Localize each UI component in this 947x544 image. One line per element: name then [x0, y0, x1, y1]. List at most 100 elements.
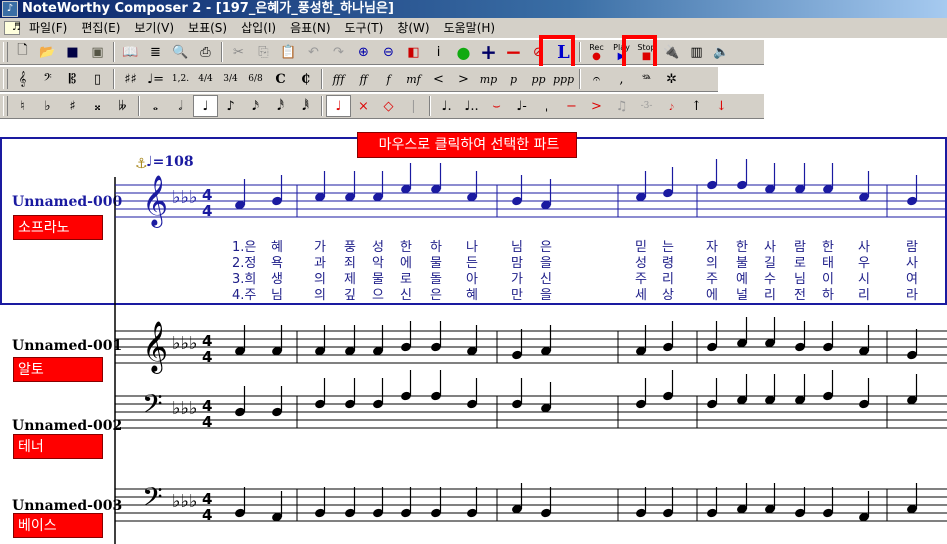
ending-icon[interactable]: 1,2.: [168, 68, 193, 90]
record-button[interactable]: Rec ●: [584, 41, 609, 63]
double-sharp-icon[interactable]: 𝄪: [85, 95, 110, 117]
globe-icon[interactable]: ●: [451, 41, 476, 63]
book-icon[interactable]: 📖: [118, 41, 143, 63]
menu-window[interactable]: 창(W): [390, 18, 436, 38]
tie-icon[interactable]: ⌣: [484, 95, 509, 117]
menu-notes[interactable]: 음표(N): [283, 18, 337, 38]
lyric-syllable: 은: [540, 240, 552, 255]
menu-insert[interactable]: 삽입(I): [234, 18, 283, 38]
triplet-icon[interactable]: -3-: [634, 95, 659, 117]
cut-icon[interactable]: ✂: [226, 41, 251, 63]
new-file-icon[interactable]: 🗋: [10, 41, 35, 63]
flat-icon[interactable]: ♭: [35, 95, 60, 117]
menu-tools[interactable]: 도구(T): [338, 18, 391, 38]
lyric-syllable: 을: [540, 288, 552, 303]
key-signature-icon[interactable]: ♯♯: [118, 68, 143, 90]
tenuto-icon[interactable]: −: [559, 95, 584, 117]
double-dotted-icon[interactable]: ♩..: [459, 95, 484, 117]
print-preview-icon[interactable]: 🔍: [168, 41, 193, 63]
treble-clef-icon[interactable]: 𝄞: [10, 68, 35, 90]
menu-file[interactable]: 파일(F): [22, 18, 74, 38]
lyric-syllable: 성: [372, 240, 384, 255]
cut-time-icon[interactable]: ₵: [293, 68, 318, 90]
menu-help[interactable]: 도움말(H): [437, 18, 503, 38]
slur-icon[interactable]: ♩‐: [509, 95, 534, 117]
speaker-icon[interactable]: 🔈: [709, 41, 734, 63]
sixty-fourth-note-icon[interactable]: 𝅘𝅥𝅱: [293, 95, 318, 117]
lyric-syllable: 물: [372, 272, 384, 287]
alto-clef-icon[interactable]: 𝄡: [60, 68, 85, 90]
key-signature: ♭♭♭: [172, 491, 197, 512]
document-menu-icon[interactable]: ♬: [4, 21, 21, 35]
diamond-notehead-icon[interactable]: ◇: [376, 95, 401, 117]
whole-note-icon[interactable]: 𝅝: [143, 95, 168, 117]
dyn-p[interactable]: p: [501, 68, 526, 90]
thirty-second-note-icon[interactable]: 𝅘𝅥𝅰: [268, 95, 293, 117]
breath-mark-icon[interactable]: ,: [609, 68, 634, 90]
time-4-4[interactable]: 4/4: [193, 68, 218, 90]
dotted-icon[interactable]: ♩.: [434, 95, 459, 117]
score-area[interactable]: 마우스로 클릭하여 선택한 파트 Unnamed-000 소프라노 Unname…: [0, 122, 947, 544]
save-icon[interactable]: ■: [60, 41, 85, 63]
pedal-icon[interactable]: 𝆮: [634, 68, 659, 90]
redo-icon[interactable]: ↷: [326, 41, 351, 63]
key-signature: ♭♭♭: [172, 333, 197, 354]
dyn-ff[interactable]: ff: [351, 68, 376, 90]
natural-icon[interactable]: ♮: [10, 95, 35, 117]
remove-icon[interactable]: −: [501, 40, 526, 64]
stem-up-icon[interactable]: ↑: [684, 95, 709, 117]
save-all-icon[interactable]: ▣: [85, 41, 110, 63]
info-icon[interactable]: i: [426, 41, 451, 63]
copy-icon[interactable]: ⎘: [251, 41, 276, 63]
dyn-f[interactable]: f: [376, 68, 401, 90]
menu-staff[interactable]: 보표(S): [181, 18, 234, 38]
note-mode-icon[interactable]: ♩: [326, 95, 351, 117]
open-folder-icon[interactable]: 📂: [35, 41, 60, 63]
dyn-mp[interactable]: mp: [476, 68, 501, 90]
grace-note-icon[interactable]: 𝆕: [659, 95, 684, 117]
layers-icon[interactable]: ◧: [401, 41, 426, 63]
dyn-mf[interactable]: mf: [401, 68, 426, 90]
decrescendo-icon[interactable]: >: [451, 68, 476, 90]
beam-icon[interactable]: ♫: [609, 95, 634, 117]
quarter-note-icon[interactable]: ♩: [193, 95, 218, 117]
undo-icon[interactable]: ↶: [301, 41, 326, 63]
lyrics-icon[interactable]: ≣: [143, 41, 168, 63]
pedal-release-icon[interactable]: ✲: [659, 68, 684, 90]
dyn-ppp[interactable]: ppp: [551, 68, 576, 90]
print-icon[interactable]: ⎙: [193, 41, 218, 63]
piano-keyboard-icon[interactable]: ▥: [684, 41, 709, 63]
sharp-icon[interactable]: ♯: [60, 95, 85, 117]
fermata-icon[interactable]: 𝄐: [584, 68, 609, 90]
double-flat-icon[interactable]: 𝄫: [110, 95, 135, 117]
half-note-icon[interactable]: 𝅗𝅥: [168, 95, 193, 117]
dyn-fff[interactable]: fff: [326, 68, 351, 90]
tempo-icon[interactable]: ♩=: [143, 68, 168, 90]
add-icon[interactable]: +: [476, 40, 501, 64]
crescendo-icon[interactable]: <: [426, 68, 451, 90]
accent-icon[interactable]: >: [584, 95, 609, 117]
menu-edit[interactable]: 편집(E): [74, 18, 127, 38]
bass-clef-icon[interactable]: 𝄢: [35, 68, 60, 90]
sixteenth-note-icon[interactable]: 𝅘𝅥𝅯: [243, 95, 268, 117]
staccato-icon[interactable]: ˌ: [534, 95, 559, 117]
paste-icon[interactable]: 📋: [276, 41, 301, 63]
lyric-syllable: 리: [662, 272, 674, 287]
treble-clef: 𝄞: [142, 175, 168, 228]
x-notehead-icon[interactable]: ×: [351, 95, 376, 117]
time-6-8[interactable]: 6/8: [243, 68, 268, 90]
stem-down-icon[interactable]: ↓: [709, 95, 734, 117]
common-time-icon[interactable]: C: [268, 68, 293, 90]
midi-plug-icon[interactable]: 🔌: [659, 41, 684, 63]
zoom-in-icon[interactable]: ⊕: [351, 41, 376, 63]
time-3-4[interactable]: 3/4: [218, 68, 243, 90]
hidden-notehead-icon[interactable]: |: [401, 95, 426, 117]
percussion-clef-icon[interactable]: ▯: [85, 68, 110, 90]
eighth-note-icon[interactable]: ♪: [218, 95, 243, 117]
lyric-syllable: 1.은: [232, 240, 257, 255]
lyric-syllable: 물: [430, 256, 442, 271]
dyn-pp[interactable]: pp: [526, 68, 551, 90]
zoom-out-icon[interactable]: ⊖: [376, 41, 401, 63]
menu-view[interactable]: 보기(V): [127, 18, 181, 38]
lyric-syllable: 하: [822, 288, 834, 303]
